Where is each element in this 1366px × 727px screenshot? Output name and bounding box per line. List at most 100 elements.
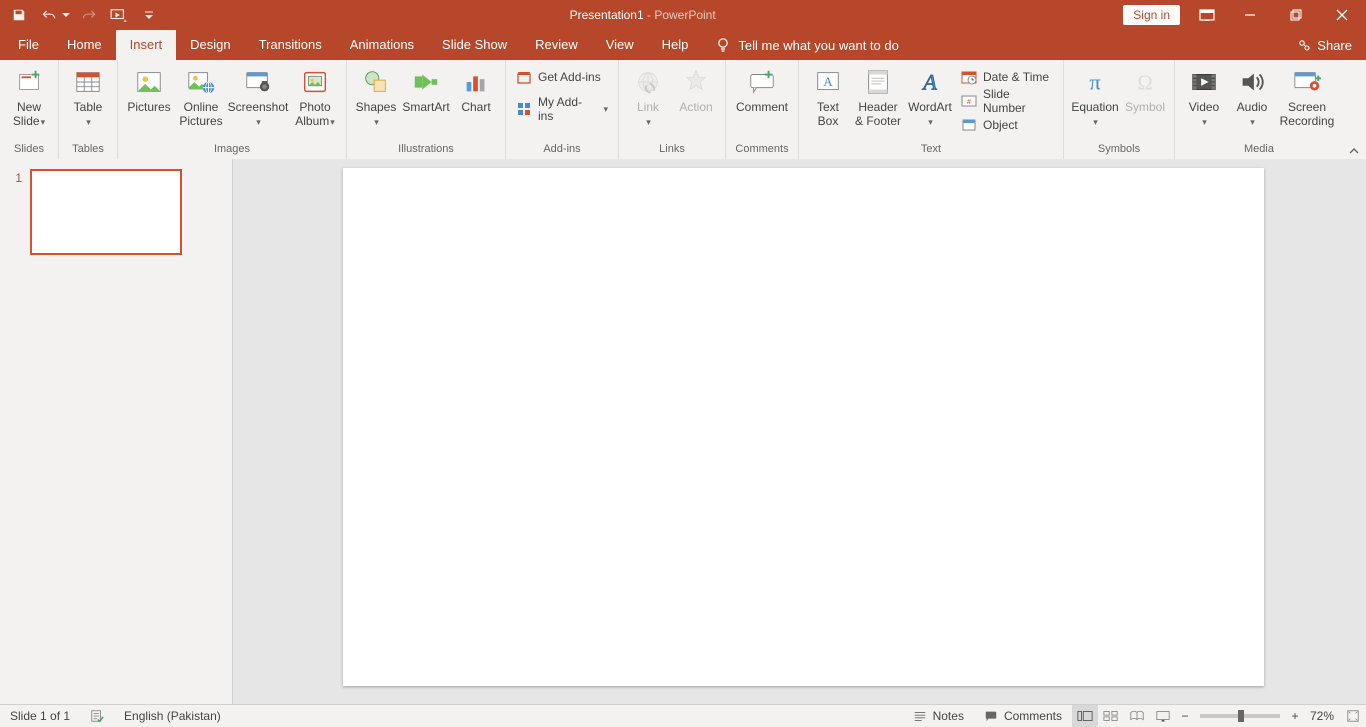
comment-icon (746, 66, 778, 98)
shapes-button[interactable]: Shapes▾ (353, 64, 399, 129)
date-time-button[interactable]: Date & Time (957, 66, 1057, 88)
zoom-level[interactable]: 72% (1304, 705, 1340, 727)
sign-in-button[interactable]: Sign in (1123, 5, 1180, 25)
wordart-button[interactable]: A WordArt▾ (905, 64, 955, 129)
zoom-slider-thumb[interactable] (1238, 710, 1244, 722)
equation-label: Equation▾ (1071, 100, 1118, 129)
video-button[interactable]: Video▾ (1181, 64, 1227, 129)
pictures-button[interactable]: Pictures (124, 64, 174, 114)
my-addins-button[interactable]: My Add-ins ▾ (512, 98, 612, 120)
close-icon[interactable] (1320, 0, 1364, 30)
minimize-icon[interactable] (1228, 0, 1272, 30)
group-symbols: π Equation▾ Ω Symbol Symbols (1064, 60, 1175, 159)
screenshot-label: Screenshot▾ (228, 100, 289, 129)
slide-canvas-area[interactable] (233, 159, 1366, 705)
get-addins-button[interactable]: Get Add-ins (512, 66, 612, 88)
table-icon (72, 66, 104, 98)
tab-animations[interactable]: Animations (336, 30, 428, 60)
qat-customize-icon[interactable] (136, 3, 162, 27)
maximize-icon[interactable] (1274, 0, 1318, 30)
tell-me[interactable]: Tell me what you want to do (716, 30, 898, 60)
fit-to-window-icon[interactable] (1340, 705, 1366, 727)
equation-button[interactable]: π Equation▾ (1070, 64, 1120, 129)
smartart-icon (410, 66, 442, 98)
chart-button[interactable]: Chart (453, 64, 499, 114)
thumbnail-row-1: 1 (12, 169, 220, 255)
tab-design[interactable]: Design (176, 30, 244, 60)
notes-button[interactable]: Notes (903, 705, 974, 727)
comments-button[interactable]: Comments (974, 705, 1072, 727)
slide-1[interactable] (343, 168, 1264, 686)
date-time-label: Date & Time (983, 70, 1049, 84)
share-label: Share (1317, 38, 1352, 53)
group-images: Pictures Online Pictures Screenshot▾ Pho… (118, 60, 347, 159)
normal-view-icon[interactable] (1072, 705, 1098, 727)
audio-icon (1236, 66, 1268, 98)
zoom-in-button[interactable]: + (1286, 709, 1304, 723)
svg-text:π: π (1089, 70, 1101, 95)
comment-button[interactable]: Comment (732, 64, 792, 114)
tab-home[interactable]: Home (53, 30, 116, 60)
header-footer-button[interactable]: Header & Footer (853, 64, 903, 128)
text-box-button[interactable]: A Text Box (805, 64, 851, 128)
start-from-beginning-icon[interactable] (106, 3, 132, 27)
tab-help[interactable]: Help (648, 30, 703, 60)
undo-icon[interactable] (36, 3, 62, 27)
photo-album-button[interactable]: Photo Album▾ (290, 64, 340, 129)
comments-label: Comments (1004, 709, 1062, 723)
new-slide-button[interactable]: New Slide▾ (6, 64, 52, 129)
app-name: PowerPoint (654, 8, 715, 22)
table-button[interactable]: Table▾ (65, 64, 111, 129)
status-slide-number[interactable]: Slide 1 of 1 (0, 705, 80, 727)
reading-view-icon[interactable] (1124, 705, 1150, 727)
screen-recording-button[interactable]: Screen Recording (1277, 64, 1337, 128)
table-label: Table▾ (74, 100, 103, 129)
zoom-out-button[interactable]: − (1176, 709, 1194, 723)
slideshow-view-icon[interactable] (1150, 705, 1176, 727)
thumbnail-number: 1 (12, 169, 22, 255)
action-button[interactable]: Action (673, 64, 719, 114)
screenshot-icon (242, 66, 274, 98)
group-text: A Text Box Header & Footer A WordArt▾ (799, 60, 1064, 159)
zoom-slider[interactable] (1200, 714, 1280, 718)
object-icon (961, 117, 977, 133)
tab-transitions[interactable]: Transitions (245, 30, 336, 60)
status-bar: Slide 1 of 1 English (Pakistan) Notes Co… (0, 704, 1366, 727)
tab-review[interactable]: Review (521, 30, 592, 60)
link-button[interactable]: Link▾ (625, 64, 671, 129)
status-spellcheck[interactable] (80, 705, 114, 727)
title-bar: Presentation1 - PowerPoint Sign in (0, 0, 1366, 30)
slide-sorter-view-icon[interactable] (1098, 705, 1124, 727)
save-icon[interactable] (6, 3, 32, 27)
object-button[interactable]: Object (957, 114, 1057, 136)
thumbnail-slide-1[interactable] (30, 169, 182, 255)
link-label: Link▾ (637, 100, 659, 129)
screenshot-button[interactable]: Screenshot▾ (228, 64, 288, 129)
status-language[interactable]: English (Pakistan) (114, 705, 231, 727)
ribbon-display-options-icon[interactable] (1192, 0, 1222, 30)
collapse-ribbon-icon[interactable] (1348, 145, 1360, 157)
smartart-button[interactable]: SmartArt (401, 64, 451, 114)
redo-icon[interactable] (76, 3, 102, 27)
share-button[interactable]: Share (1283, 30, 1366, 60)
tab-insert[interactable]: Insert (116, 30, 177, 60)
slide-thumbnails-pane[interactable]: 1 (0, 159, 233, 705)
group-images-label: Images (124, 143, 340, 159)
group-addins-label: Add-ins (512, 143, 612, 159)
online-pictures-button[interactable]: Online Pictures (176, 64, 226, 128)
slide-number-icon: # (961, 93, 977, 109)
group-slides-label: Slides (6, 143, 52, 159)
tab-slideshow[interactable]: Slide Show (428, 30, 521, 60)
undo-dropdown-icon[interactable] (60, 3, 72, 27)
tab-file[interactable]: File (4, 30, 53, 60)
tab-view[interactable]: View (592, 30, 648, 60)
photo-album-icon (299, 66, 331, 98)
header-footer-label: Header & Footer (855, 100, 901, 128)
symbol-button[interactable]: Ω Symbol (1122, 64, 1168, 114)
audio-button[interactable]: Audio▾ (1229, 64, 1275, 129)
slide-number-button[interactable]: # Slide Number (957, 90, 1057, 112)
my-addins-label: My Add-ins (538, 95, 591, 123)
new-slide-icon (13, 66, 45, 98)
group-media: Video▾ Audio▾ Screen Recording Media (1175, 60, 1343, 159)
group-text-label: Text (805, 143, 1057, 159)
